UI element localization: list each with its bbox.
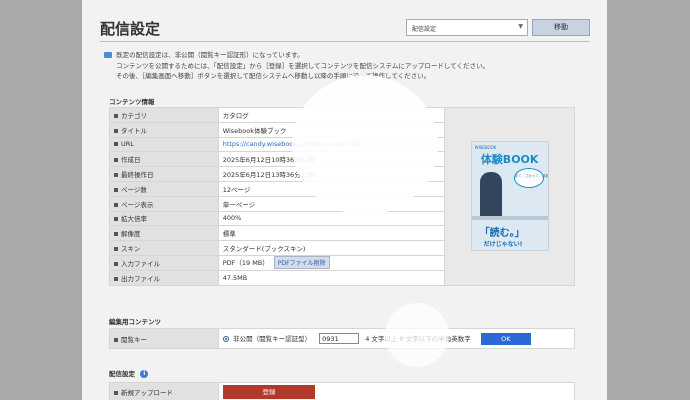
cover-dake: だけじゃない! bbox=[483, 241, 523, 249]
row-label: 解像度 bbox=[109, 225, 219, 242]
row-value: 400% bbox=[217, 210, 446, 227]
distribution-select[interactable]: 配信設定 ▼ bbox=[406, 19, 528, 36]
move-button[interactable]: 移動 bbox=[532, 19, 590, 36]
row-value: カタログ bbox=[217, 107, 446, 123]
content-info-heading: コンテンツ情報 bbox=[109, 98, 155, 106]
row-label: 最終操作日 bbox=[109, 166, 219, 182]
page-title: 配信設定 bbox=[100, 20, 161, 38]
row-label: URL bbox=[109, 136, 219, 153]
cover-bubble: 見て、さわって、体験する bbox=[513, 168, 548, 189]
cover-brand: WISEBOOK bbox=[474, 145, 497, 151]
publish-heading-wrap: 配信設定 i bbox=[109, 368, 149, 378]
row-label: タイトル bbox=[109, 121, 219, 138]
delete-pdf-button[interactable]: PDFファイル削除 bbox=[273, 256, 330, 270]
view-key-input[interactable] bbox=[319, 333, 360, 344]
row-value: Wisebook体験ブック bbox=[217, 121, 446, 138]
notice-line-1: 既定の配信設定は、非公開（閲覧キー認証形）になっています。 bbox=[116, 51, 304, 59]
row-label: 出力ファイル bbox=[109, 269, 219, 286]
cover-cell: WISEBOOK 体験BOOK 見て、さわって、体験する 「読む。」 だけじゃな… bbox=[444, 107, 575, 286]
row-value: スタンダード(ブックスキン) bbox=[217, 240, 446, 256]
desk-illustration bbox=[471, 216, 548, 221]
publish-heading: 配信設定 bbox=[109, 370, 135, 378]
row-label: 新規アップロード bbox=[109, 382, 219, 400]
row-label: 作成日 bbox=[109, 151, 219, 168]
row-value: 47.5MB bbox=[217, 269, 446, 286]
content-url-link[interactable]: https://candy.wisebook.jp/h5/Creative/75… bbox=[223, 140, 360, 148]
title-divider bbox=[100, 41, 590, 42]
private-radio[interactable] bbox=[223, 335, 229, 342]
notice-line-2: コンテンツを公開するためには、「配信設定」から［登録］を選択してコンテンツを配信… bbox=[116, 61, 489, 70]
content-info-table: カテゴリ カタログ WISEBOOK 体験BOOK 見て、さわって、体験する 「… bbox=[109, 107, 575, 286]
row-label: ページ数 bbox=[109, 180, 219, 197]
ok-button[interactable]: OK bbox=[480, 332, 531, 345]
row-value: 2025年6月12日13時36分21秒 bbox=[217, 166, 446, 182]
row-label: 拡大倍率 bbox=[109, 210, 219, 227]
row-label: 閲覧キー bbox=[109, 328, 219, 349]
chat-icon bbox=[104, 52, 112, 58]
edit-content-heading: 編集用コンテンツ bbox=[109, 318, 161, 326]
book-cover-thumbnail: WISEBOOK 体験BOOK 見て、さわって、体験する 「読む。」 だけじゃな… bbox=[470, 141, 549, 252]
notice-text: 既定の配信設定は、非公開（閲覧キー認証形）になっています。 コンテンツを公開する… bbox=[104, 50, 574, 82]
table-row: 新規アップロード 登録 bbox=[109, 382, 575, 400]
edit-content-table: 閲覧キー 非公開（閲覧キー認証型） 4 文字以上 8 文字以下の半角英数字 OK bbox=[109, 328, 575, 349]
main-panel: 配信設定 配信設定 ▼ 移動 既定の配信設定は、非公開（閲覧キー認証形）になって… bbox=[82, 0, 607, 400]
info-icon[interactable]: i bbox=[140, 370, 149, 378]
select-value: 配信設定 bbox=[412, 26, 437, 33]
row-value: 標準 bbox=[217, 225, 446, 242]
row-value: 単一ページ bbox=[217, 195, 446, 212]
row-value: PDF（19 MB） bbox=[222, 259, 269, 268]
key-hint: 4 文字以上 8 文字以下の半角英数字 bbox=[365, 334, 471, 343]
person-illustration bbox=[479, 172, 502, 219]
table-row: 閲覧キー 非公開（閲覧キー認証型） 4 文字以上 8 文字以下の半角英数字 OK bbox=[109, 328, 575, 349]
chevron-down-icon: ▼ bbox=[518, 23, 523, 30]
row-label: カテゴリ bbox=[109, 107, 219, 123]
register-button[interactable]: 登録 bbox=[223, 384, 315, 399]
row-value: 2025年6月12日10時36分52秒 bbox=[217, 151, 446, 168]
row-label: ページ表示 bbox=[109, 195, 219, 212]
row-label: スキン bbox=[109, 240, 219, 256]
cover-yomu: 「読む。」 bbox=[479, 228, 525, 240]
radio-label: 非公開（閲覧キー認証型） bbox=[233, 334, 312, 343]
row-label: 入力ファイル bbox=[109, 254, 219, 271]
cover-title: 体験BOOK bbox=[480, 153, 539, 167]
notice-line-3: その後、［編集画面へ移動］ボタンを選択して配信システムへ移動し以降の手順に沿って… bbox=[116, 72, 431, 80]
table-row: カテゴリ カタログ WISEBOOK 体験BOOK 見て、さわって、体験する 「… bbox=[109, 107, 575, 286]
publish-table: 新規アップロード 登録 bbox=[109, 382, 575, 400]
row-value: 12ページ bbox=[217, 180, 446, 197]
